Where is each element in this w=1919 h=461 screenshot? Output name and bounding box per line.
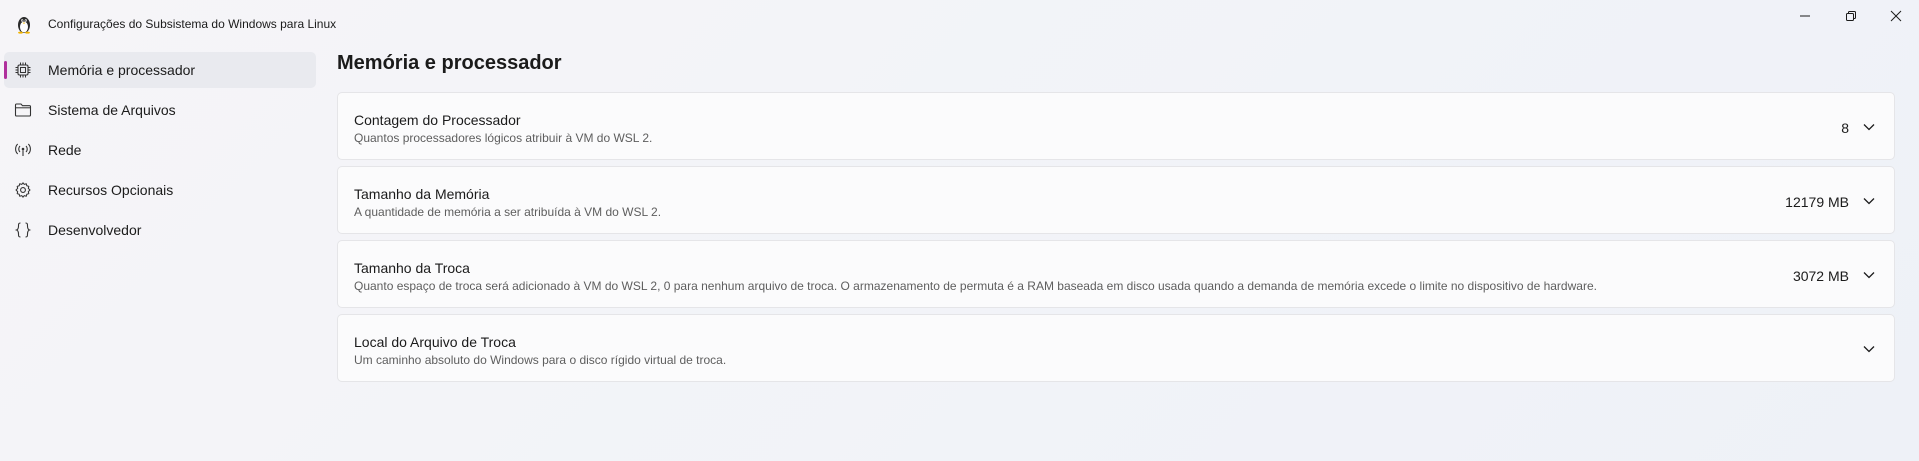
setting-description: Um caminho absoluto do Windows para o di… <box>354 353 727 367</box>
setting-title: Contagem do Processador <box>354 112 521 128</box>
tux-penguin-icon <box>18 17 30 34</box>
close-button[interactable] <box>1873 0 1919 32</box>
setting-description: A quantidade de memória a ser atribuída … <box>354 205 662 219</box>
sidebar-item-label: Recursos Opcionais <box>48 182 174 198</box>
folder-icon <box>14 103 32 117</box>
setting-description: Quantos processadores lógicos atribuir à… <box>354 131 653 145</box>
sidebar-item-developer[interactable]: Desenvolvedor <box>4 212 316 248</box>
sidebar-item-network[interactable]: Rede <box>4 132 316 168</box>
chevron-down-icon[interactable] <box>1862 343 1876 355</box>
setting-value: 8 <box>1841 120 1849 136</box>
close-icon <box>1890 10 1902 22</box>
setting-card-swap-file-location[interactable]: Local do Arquivo de Troca Um caminho abs… <box>337 314 1895 382</box>
restore-icon <box>1846 11 1856 21</box>
gear-icon <box>15 182 31 198</box>
restore-button[interactable] <box>1828 0 1874 32</box>
minimize-icon <box>1800 15 1810 17</box>
setting-title: Tamanho da Memória <box>354 186 490 202</box>
sidebar-item-file-system[interactable]: Sistema de Arquivos <box>4 92 316 128</box>
sidebar-item-label: Desenvolvedor <box>48 222 142 238</box>
selection-indicator <box>4 61 7 79</box>
setting-card-swap-size[interactable]: Tamanho da Troca Quanto espaço de troca … <box>337 240 1895 308</box>
curly-braces-icon <box>14 222 32 238</box>
window-title: Configurações do Subsistema do Windows p… <box>48 17 337 31</box>
setting-title: Tamanho da Troca <box>354 260 470 276</box>
sidebar-item-label: Sistema de Arquivos <box>48 102 176 118</box>
setting-description: Quanto espaço de troca será adicionado à… <box>354 279 1597 293</box>
chevron-down-icon[interactable] <box>1862 195 1876 207</box>
setting-title: Local do Arquivo de Troca <box>354 334 516 350</box>
setting-value: 12179 MB <box>1785 194 1849 210</box>
title-bar: Configurações do Subsistema do Windows p… <box>0 0 1919 48</box>
chevron-down-icon[interactable] <box>1862 121 1876 133</box>
setting-card-processor-count[interactable]: Contagem do Processador Quantos processa… <box>337 92 1895 160</box>
sidebar-item-optional-features[interactable]: Recursos Opcionais <box>4 172 316 208</box>
sidebar-nav: Memória e processador Sistema de Arquivo… <box>4 52 316 252</box>
chevron-down-icon[interactable] <box>1862 269 1876 281</box>
processor-chip-icon <box>15 62 31 78</box>
minimize-button[interactable] <box>1782 0 1828 32</box>
sidebar-item-label: Rede <box>48 142 82 158</box>
setting-card-memory-size[interactable]: Tamanho da Memória A quantidade de memór… <box>337 166 1895 234</box>
sidebar-item-memory-processor[interactable]: Memória e processador <box>4 52 316 88</box>
page-title: Memória e processador <box>337 52 562 74</box>
sidebar-item-label: Memória e processador <box>48 62 196 78</box>
setting-value: 3072 MB <box>1792 268 1849 284</box>
network-antenna-icon <box>15 143 31 156</box>
